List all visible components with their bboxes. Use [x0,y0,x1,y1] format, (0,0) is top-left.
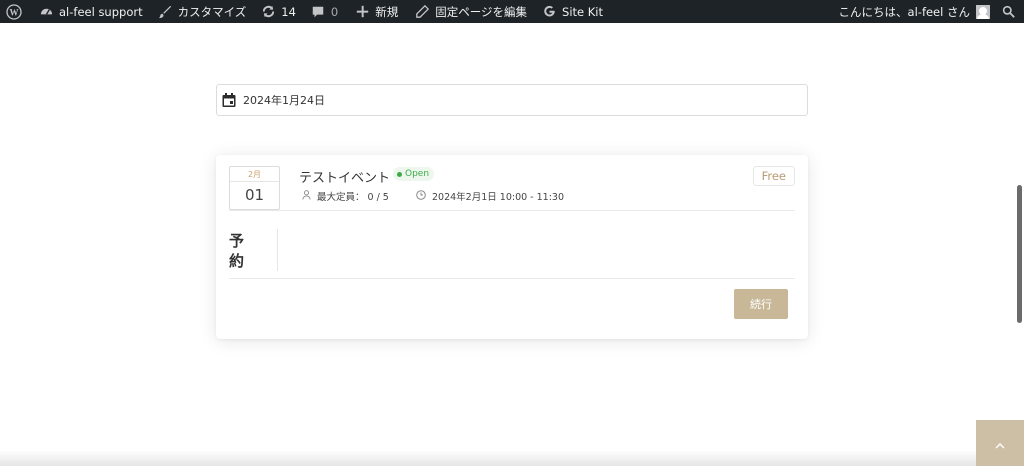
edit-page-label: 固定ページを編集 [435,4,528,19]
event-capacity-text: 最大定員： 0 / 5 [317,192,389,203]
updates-menu[interactable]: 14 [252,0,302,23]
account-greeting: こんにちは、al-feel さん [838,4,970,19]
brush-icon [157,4,173,20]
clock-icon [416,189,432,203]
calendar-icon [221,92,237,108]
booking-divider [277,229,278,271]
status-label: Open [405,169,430,179]
plus-icon [354,4,370,20]
customize-label: カスタマイズ [177,4,247,19]
wordpress-icon: W [6,3,22,20]
date-picker-value: 2024年1月24日 [243,94,325,107]
site-name: al-feel support [59,4,143,19]
status-dot-icon [397,171,402,177]
customize-menu[interactable]: カスタマイズ [149,0,253,23]
edit-page-menu[interactable]: 固定ページを編集 [404,0,533,23]
continue-button[interactable]: 続行 [734,289,788,319]
updates-count: 14 [281,4,296,19]
updates-icon [260,4,276,20]
card-divider [229,210,795,211]
new-content-menu[interactable]: 新規 [344,0,404,23]
person-icon [302,189,317,203]
google-icon [541,4,557,20]
event-datetime-text: 2024年2月1日 10:00 - 11:30 [432,192,565,203]
site-name-menu[interactable]: al-feel support [28,0,149,23]
account-menu[interactable]: こんにちは、al-feel さん [833,0,996,23]
svg-text:W: W [10,7,19,17]
comment-icon [310,4,326,20]
event-capacity: 最大定員： 0 / 5 [302,189,389,203]
bottom-shadow [0,450,976,466]
event-day: 01 [244,186,265,204]
comments-count: 0 [330,4,339,19]
comments-menu[interactable]: 0 [302,0,344,23]
status-badge: Open [393,167,435,181]
search-icon [1002,5,1015,18]
avatar [976,4,990,19]
pencil-icon [414,4,430,20]
new-label: 新規 [375,4,399,19]
back-to-top-button[interactable] [976,420,1024,466]
event-datetime: 2024年2月1日 10:00 - 11:30 [416,189,564,203]
admin-search[interactable] [996,0,1024,23]
site-kit-label: Site Kit [562,4,603,19]
card-divider-bottom [229,278,795,279]
admin-bar: W al-feel support カスタマイズ 14 0 新規 固定ページを編… [0,0,1024,23]
event-card: 2月 01 テストイベント Open 最大定員： 0 / 5 2024年2月1日… [216,155,808,339]
wordpress-logo-menu[interactable]: W [0,0,28,23]
chevron-up-icon [995,434,1005,453]
event-title[interactable]: テストイベント [299,167,390,186]
event-month: 2月 [230,167,279,182]
dashboard-icon [38,4,54,20]
price-badge: Free [752,166,795,186]
event-date-badge: 2月 01 [229,166,280,210]
booking-section-label: 予約 [229,232,245,270]
date-picker-field[interactable]: 2024年1月24日 [216,84,808,116]
page-scrollbar[interactable] [1017,185,1022,323]
site-kit-menu[interactable]: Site Kit [533,0,609,23]
